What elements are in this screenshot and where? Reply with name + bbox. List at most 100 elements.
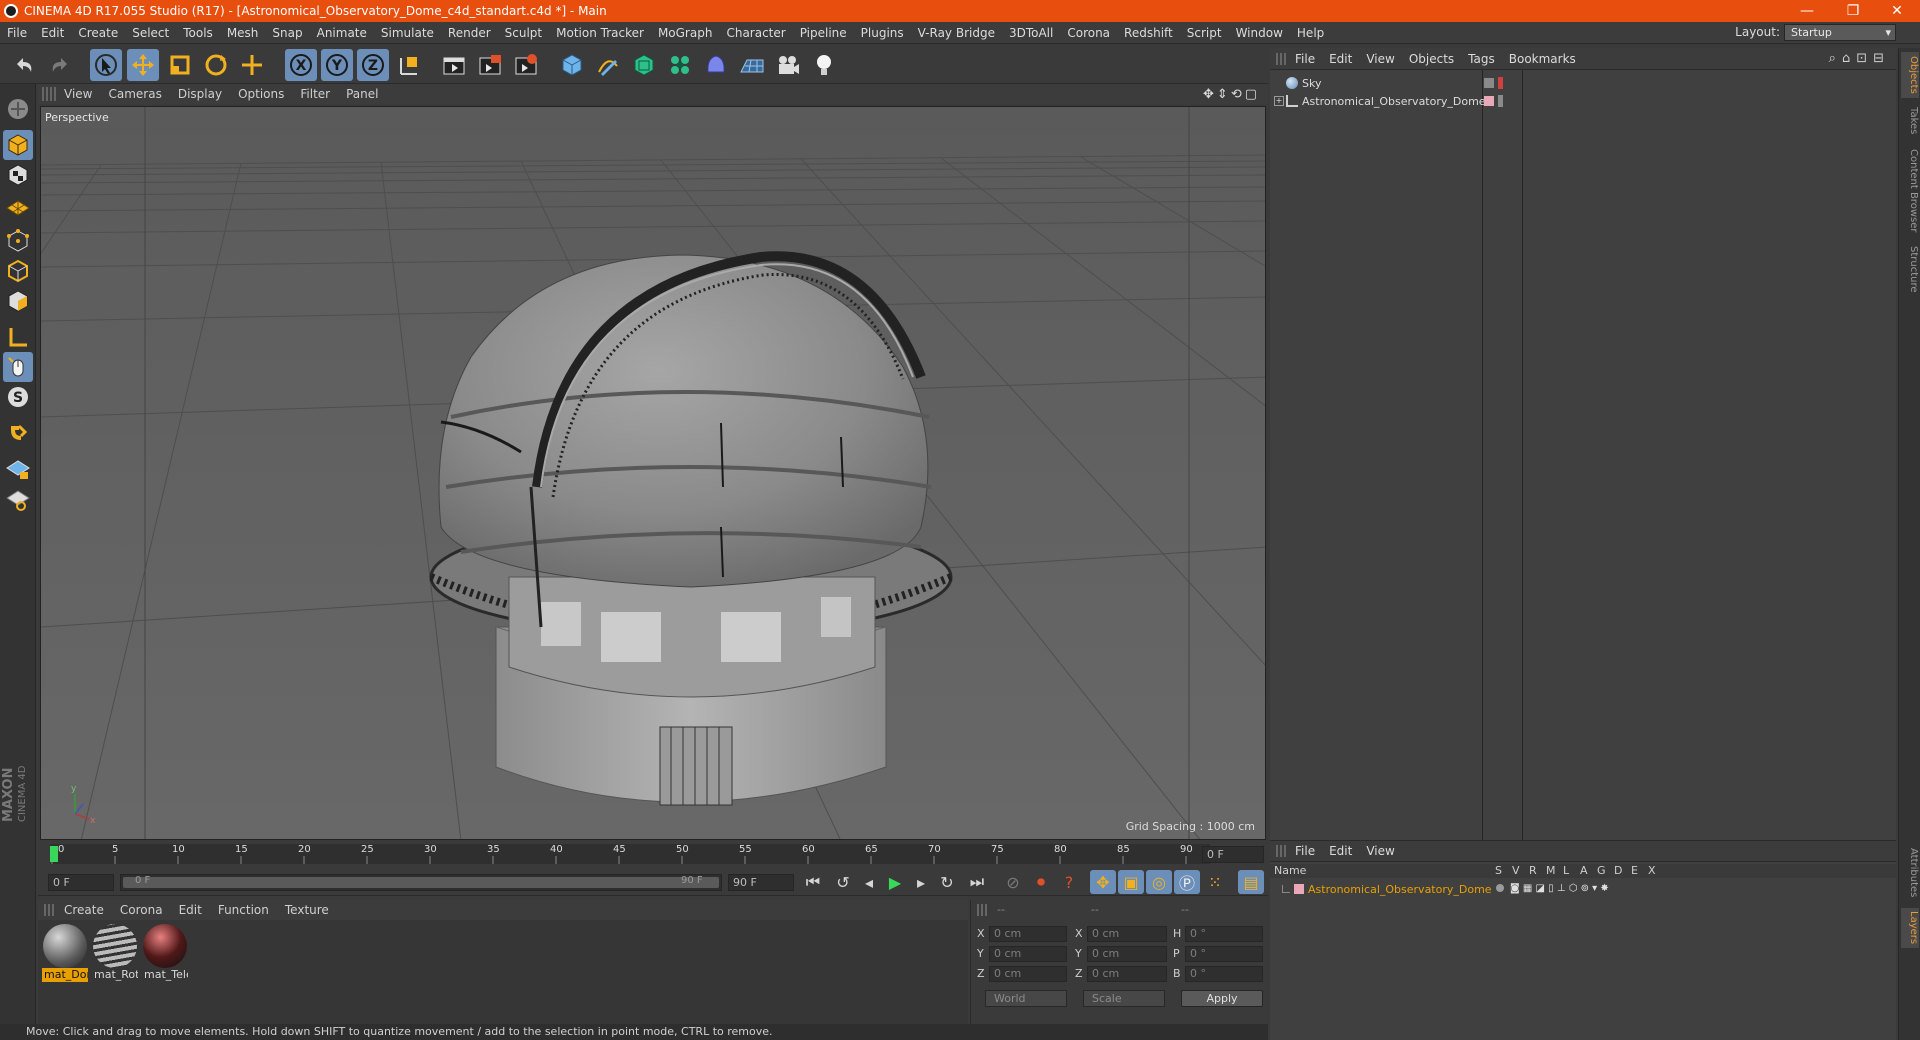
object-menu-objects[interactable]: Objects — [1402, 52, 1461, 66]
layer-menu-view[interactable]: View — [1359, 844, 1401, 858]
menu-simulate[interactable]: Simulate — [374, 26, 441, 40]
viewport-navigation-icons[interactable]: ✥⇕⟲▢ — [1203, 87, 1260, 102]
material-swatch[interactable]: mat_Rotate — [92, 924, 138, 982]
layer-menu-file[interactable]: File — [1288, 844, 1322, 858]
menu-tools[interactable]: Tools — [176, 26, 220, 40]
end-frame-field[interactable]: 90 F — [728, 874, 794, 891]
tab-content-browser[interactable]: Content Browser — [1901, 146, 1919, 236]
edit-render-settings-icon[interactable] — [510, 49, 542, 81]
close-button[interactable]: ✕ — [1874, 0, 1920, 22]
menu-character[interactable]: Character — [719, 26, 792, 40]
viewport-menu-view[interactable]: View — [56, 87, 100, 101]
frame-range-slider[interactable]: 0 F 90 F — [120, 874, 722, 891]
layer-col-view[interactable]: V — [1512, 864, 1520, 877]
light-icon[interactable] — [808, 49, 840, 81]
object-menu-tags[interactable]: Tags — [1461, 52, 1502, 66]
layer-col-deformers[interactable]: D — [1614, 864, 1622, 877]
go-to-start-icon[interactable]: ⏮ — [800, 870, 826, 894]
size-y-field[interactable]: 0 cm — [1087, 946, 1167, 962]
layer-col-render[interactable]: R — [1529, 864, 1537, 877]
material-menu-edit[interactable]: Edit — [171, 903, 210, 917]
magnet-icon[interactable] — [3, 418, 33, 448]
tab-objects[interactable]: Objects — [1901, 52, 1919, 98]
layer-col-animation[interactable]: A — [1580, 864, 1588, 877]
layer-col-solo[interactable]: S — [1495, 864, 1502, 877]
rot-b-field[interactable]: 0 ° — [1185, 966, 1263, 982]
object-menu-file[interactable]: File — [1288, 52, 1322, 66]
menu-create[interactable]: Create — [71, 26, 125, 40]
texture-mode-icon[interactable] — [3, 160, 33, 190]
menu-window[interactable]: Window — [1229, 26, 1290, 40]
render-picture-viewer-icon[interactable] — [474, 49, 506, 81]
floor-icon[interactable] — [736, 49, 768, 81]
material-menu-corona[interactable]: Corona — [112, 903, 171, 917]
layer-col-manager[interactable]: M — [1546, 864, 1556, 877]
rot-h-field[interactable]: 0 ° — [1185, 926, 1263, 942]
pos-z-field[interactable]: 0 cm — [989, 966, 1067, 982]
live-selection-icon[interactable] — [90, 49, 122, 81]
menu-snap[interactable]: Snap — [265, 26, 309, 40]
minimize-button[interactable]: — — [1784, 0, 1830, 22]
visibility-dots-icon[interactable] — [1498, 77, 1503, 89]
tab-attributes[interactable]: Attributes — [1901, 844, 1919, 902]
key-point-level-icon[interactable]: ⁙ — [1202, 870, 1228, 894]
restore-button[interactable]: ❐ — [1830, 0, 1876, 22]
sky-tag-icon[interactable] — [1484, 78, 1494, 88]
layer-row[interactable]: Astronomical_Observatory_Dome ◙ ▦ ◪ ▯ ⊥ … — [1270, 880, 1896, 898]
menu-3dtoall[interactable]: 3DToAll — [1002, 26, 1060, 40]
x-axis-icon[interactable]: X — [285, 49, 317, 81]
rotate-icon[interactable] — [200, 49, 232, 81]
material-menu-function[interactable]: Function — [210, 903, 277, 917]
undo-icon[interactable] — [8, 49, 40, 81]
pos-x-field[interactable]: 0 cm — [989, 926, 1067, 942]
apply-button[interactable]: Apply — [1181, 990, 1263, 1007]
cloner-icon[interactable] — [664, 49, 696, 81]
go-to-end-icon[interactable]: ⏭ — [964, 870, 990, 894]
object-manager-search-home-icons[interactable]: ⌕⌂⊡⊟ — [1829, 51, 1890, 66]
tab-takes[interactable]: Takes — [1901, 104, 1919, 138]
viewport-menu-display[interactable]: Display — [170, 87, 230, 101]
tab-structure[interactable]: Structure — [1901, 244, 1919, 294]
planar-workplane-icon[interactable] — [3, 484, 33, 514]
viewport-menu-panel[interactable]: Panel — [338, 87, 386, 101]
cube-icon[interactable] — [556, 49, 588, 81]
material-menu-create[interactable]: Create — [56, 903, 112, 917]
size-z-field[interactable]: 0 cm — [1087, 966, 1167, 982]
size-mode-dropdown[interactable]: Scale — [1083, 990, 1165, 1007]
object-row-observatory-dome[interactable]: + Astronomical_Observatory_Dome — [1270, 92, 1896, 110]
autokey-icon[interactable]: ⏺ — [1028, 870, 1054, 894]
viewport-menu-options[interactable]: Options — [230, 87, 292, 101]
coordinate-system-icon[interactable] — [393, 49, 425, 81]
viewport-menu-cameras[interactable]: Cameras — [100, 87, 169, 101]
keyframe-selection-icon[interactable]: ? — [1056, 870, 1082, 894]
menu-render[interactable]: Render — [441, 26, 498, 40]
menu-mesh[interactable]: Mesh — [220, 26, 266, 40]
pen-icon[interactable] — [592, 49, 624, 81]
layer-menu-edit[interactable]: Edit — [1322, 844, 1359, 858]
move-axis-icon[interactable] — [236, 49, 268, 81]
snap-icon[interactable]: S — [3, 382, 33, 412]
menu-plugins[interactable]: Plugins — [854, 26, 911, 40]
layer-col-xref[interactable]: X — [1648, 864, 1656, 877]
axis-icon[interactable] — [3, 322, 33, 352]
menu-edit[interactable]: Edit — [34, 26, 71, 40]
menu-pipeline[interactable]: Pipeline — [793, 26, 854, 40]
key-rotation-icon[interactable]: ◎ — [1146, 870, 1172, 894]
layout-dropdown[interactable]: Startup — [1784, 24, 1896, 41]
object-row-sky[interactable]: Sky — [1270, 74, 1896, 92]
frame-range-slider-fill[interactable] — [123, 877, 719, 888]
object-menu-view[interactable]: View — [1359, 52, 1401, 66]
move-icon[interactable] — [127, 49, 159, 81]
menu-file[interactable]: File — [0, 26, 34, 40]
workplane-mode-icon[interactable] — [3, 190, 33, 220]
size-x-field[interactable]: 0 cm — [1087, 926, 1167, 942]
coordinate-space-dropdown[interactable]: World — [985, 990, 1067, 1007]
start-frame-field[interactable]: 0 F — [48, 874, 114, 891]
material-menu-texture[interactable]: Texture — [277, 903, 337, 917]
perspective-viewport[interactable]: y x Perspective Grid Spacing : 1000 cm — [40, 106, 1266, 840]
solo-toggle-icon[interactable] — [1496, 884, 1504, 892]
layer-col-expressions[interactable]: E — [1631, 864, 1638, 877]
layer-col-locked[interactable]: L — [1563, 864, 1569, 877]
menu-vray-bridge[interactable]: V-Ray Bridge — [911, 26, 1002, 40]
rot-p-field[interactable]: 0 ° — [1185, 946, 1263, 962]
